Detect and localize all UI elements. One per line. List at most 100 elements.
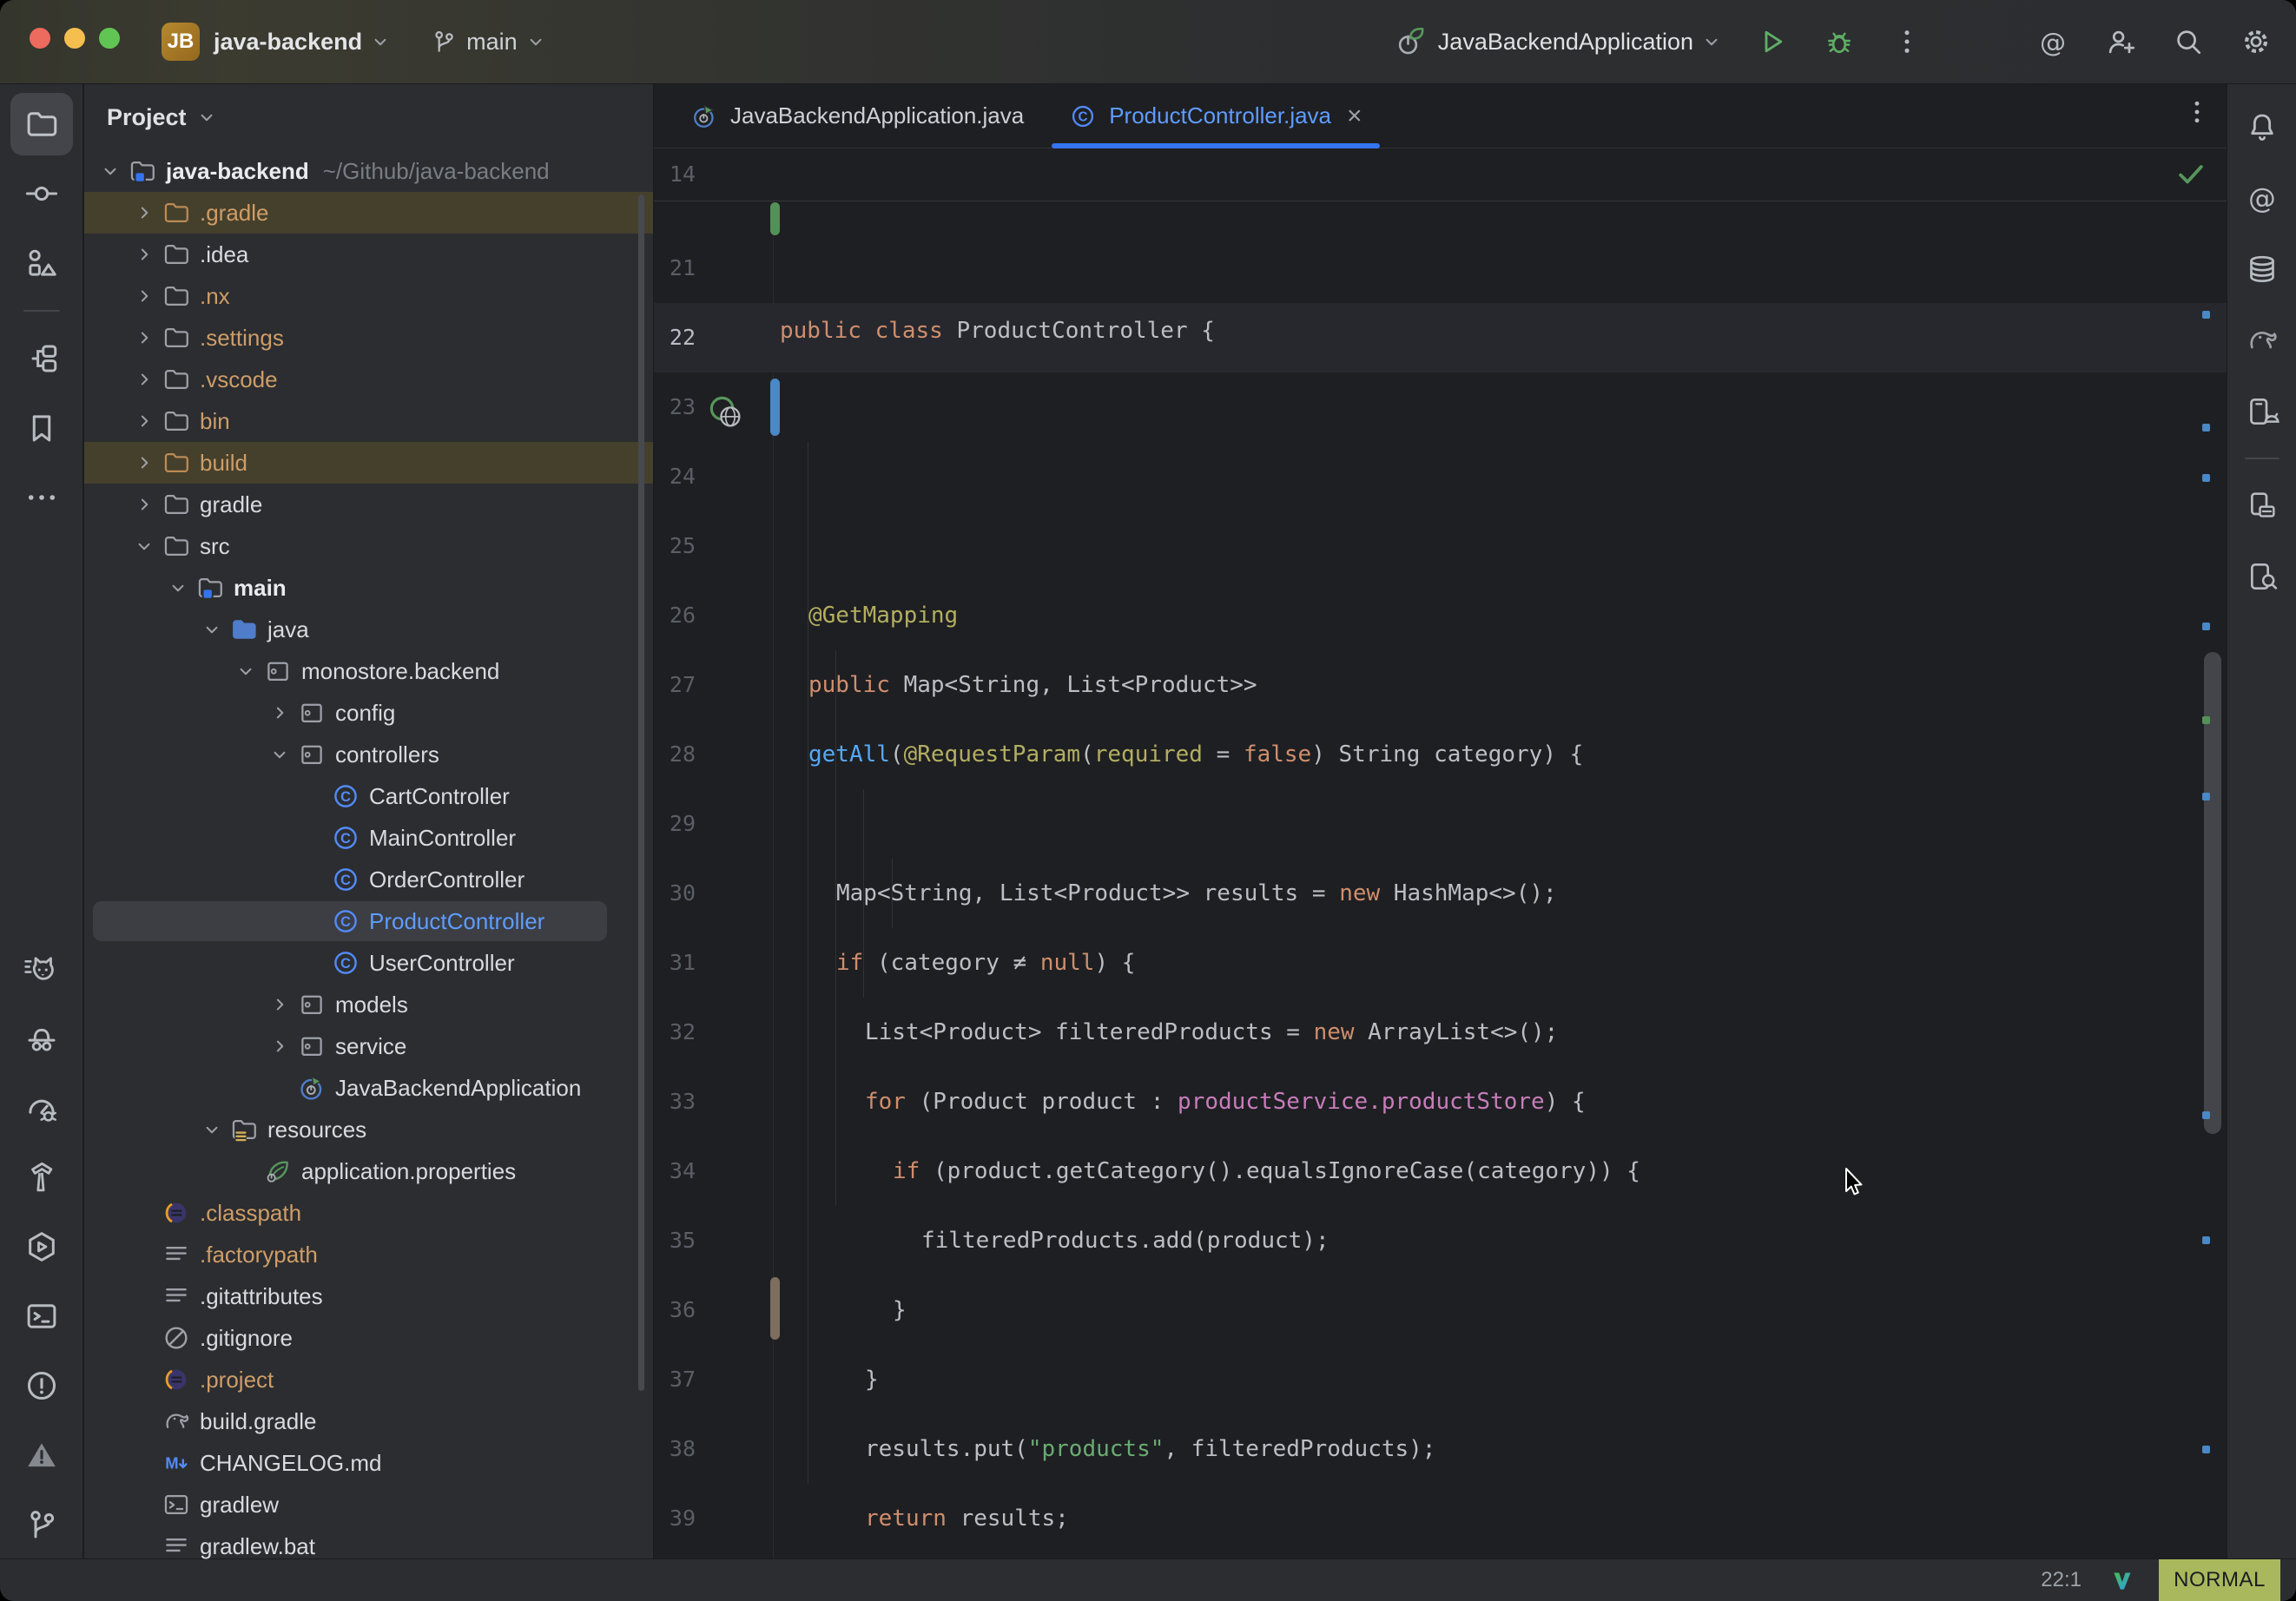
tree-row[interactable]: gradlew.bat	[84, 1525, 653, 1559]
chevron-icon[interactable]	[264, 697, 295, 728]
chevron-icon[interactable]	[129, 447, 160, 478]
code-line[interactable]: 33 results.put("products", filteredProdu…	[654, 1067, 2227, 1137]
tree-row[interactable]: build	[84, 442, 653, 484]
gradle-tool-button[interactable]	[2234, 313, 2290, 368]
cat-tool-button[interactable]	[10, 938, 73, 1000]
tree-row[interactable]: CartController	[84, 775, 653, 817]
tree-row[interactable]: bin	[84, 400, 653, 442]
tree-row[interactable]: .gradle	[84, 192, 653, 234]
gutter-change-marker[interactable]	[770, 1277, 780, 1340]
profiler-tool-button[interactable]	[10, 1077, 73, 1139]
zoom-window-button[interactable]	[99, 28, 120, 49]
notifications-button[interactable]	[2234, 99, 2290, 155]
tree-row[interactable]: .gitattributes	[84, 1275, 653, 1317]
line-number[interactable]: 25	[654, 511, 696, 581]
problems-tool-button[interactable]	[10, 1354, 73, 1417]
tree-row[interactable]: .classpath	[84, 1192, 653, 1234]
chevron-icon[interactable]	[196, 614, 228, 645]
vim-mode-badge[interactable]: NORMAL	[2159, 1559, 2280, 1601]
build-tool-button[interactable]	[10, 1146, 73, 1209]
code-line[interactable]: 34 return results;	[654, 1137, 2227, 1206]
chevron-icon[interactable]	[129, 489, 160, 520]
commit-tool-button[interactable]	[10, 162, 73, 225]
code-line[interactable]: 31 }	[654, 928, 2227, 998]
project-switcher[interactable]: java-backend	[214, 29, 362, 56]
warnings-tool-button[interactable]	[10, 1424, 73, 1486]
chevron-icon[interactable]	[196, 1114, 228, 1145]
line-number[interactable]: 34	[654, 1137, 696, 1206]
search-everywhere-button[interactable]	[2169, 23, 2207, 61]
code-line[interactable]: 27 List<Product> filteredProducts = new …	[654, 650, 2227, 720]
code-line[interactable]: 26 if (category ≠ null) {	[654, 581, 2227, 650]
code-with-me-button[interactable]	[2101, 23, 2140, 61]
close-window-button[interactable]	[30, 28, 50, 49]
line-number[interactable]: 36	[654, 1275, 696, 1345]
services-tool-button[interactable]	[10, 1216, 73, 1278]
chevron-icon[interactable]	[264, 1031, 295, 1062]
incognito-tool-button[interactable]	[10, 1007, 73, 1070]
structure-tool-button[interactable]	[10, 327, 73, 390]
caret-position[interactable]: 22:1	[2041, 1568, 2082, 1592]
chevron-icon[interactable]	[162, 572, 194, 603]
tab-close-button[interactable]: ×	[1347, 103, 1362, 129]
tree-row[interactable]: MainController	[84, 817, 653, 859]
line-number[interactable]: 14	[654, 148, 696, 201]
line-number[interactable]: 27	[654, 650, 696, 720]
tree-row[interactable]: UserController	[84, 942, 653, 984]
toolbar-divider[interactable]	[2245, 458, 2280, 459]
tree-row[interactable]: src	[84, 525, 653, 567]
line-number[interactable]: 32	[654, 998, 696, 1067]
line-number[interactable]: 31	[654, 928, 696, 998]
more-tools-button[interactable]	[10, 466, 73, 529]
tree-row[interactable]: monostore.backend	[84, 650, 653, 692]
chevron-icon[interactable]	[129, 322, 160, 353]
tree-row[interactable]: application.properties	[84, 1150, 653, 1192]
code-line[interactable]: 29 if (product.getCategory().equalsIgnor…	[654, 789, 2227, 859]
branch-switcher[interactable]: main	[430, 28, 547, 56]
debug-button[interactable]	[1820, 23, 1858, 61]
device-file-explorer-button[interactable]	[2234, 549, 2290, 604]
device-explorer-button[interactable]	[2234, 478, 2290, 533]
tree-row[interactable]: .project	[84, 1359, 653, 1400]
code-line[interactable]: 28 for (Product product : productService…	[654, 720, 2227, 789]
tab-options-button[interactable]	[2181, 96, 2213, 132]
chevron-icon[interactable]	[129, 280, 160, 312]
line-number[interactable]: 35	[654, 1206, 696, 1275]
project-tool-button[interactable]	[10, 93, 73, 155]
line-number[interactable]: 28	[654, 720, 696, 789]
tree-row[interactable]: JavaBackendApplication	[84, 1067, 653, 1109]
pull-requests-tool-button[interactable]	[10, 232, 73, 294]
project-view-selector[interactable]: Project	[84, 84, 653, 150]
code-line[interactable]: 25 Map<String, List<Product>> results = …	[654, 511, 2227, 581]
code-line[interactable]: 38 return results;	[654, 1414, 2227, 1484]
chevron-icon[interactable]	[264, 989, 295, 1020]
bookmarks-tool-button[interactable]	[10, 397, 73, 459]
tree-row[interactable]: CHANGELOG.md	[84, 1442, 653, 1484]
chevron-icon[interactable]	[129, 239, 160, 270]
minimize-window-button[interactable]	[64, 28, 85, 49]
vim-icon[interactable]	[2111, 1569, 2134, 1592]
chevron-icon[interactable]	[264, 739, 295, 770]
settings-button[interactable]	[2237, 23, 2275, 61]
tree-row[interactable]: build.gradle	[84, 1400, 653, 1442]
tree-row[interactable]: .nx	[84, 275, 653, 317]
tree-row[interactable]: gradlew	[84, 1484, 653, 1525]
ai-assistant-button[interactable]	[2034, 23, 2072, 61]
tree-row[interactable]: config	[84, 692, 653, 734]
tree-row[interactable]: .gitignore	[84, 1317, 653, 1359]
editor-tab[interactable]: JavaBackendApplication.java ×	[668, 84, 1046, 148]
code-line[interactable]: 37 results.put("products", productServic…	[654, 1345, 2227, 1414]
tree-row[interactable]: models	[84, 984, 653, 1025]
tree-scrollbar[interactable]	[638, 194, 644, 1391]
code-line[interactable]: 35 }	[654, 1206, 2227, 1275]
sticky-context-line[interactable]: 14 public class ProductController {	[654, 148, 2227, 201]
device-manager-button[interactable]	[2234, 384, 2290, 439]
tree-row[interactable]: java	[84, 609, 653, 650]
line-number[interactable]: 30	[654, 859, 696, 928]
chevron-icon[interactable]	[129, 364, 160, 395]
code-line[interactable]: 39 }	[654, 1484, 2227, 1553]
tree-row[interactable]: ProductController	[84, 900, 653, 942]
tree-row[interactable]: .idea	[84, 234, 653, 275]
chevron-icon[interactable]	[129, 197, 160, 228]
tree-row[interactable]: .settings	[84, 317, 653, 359]
